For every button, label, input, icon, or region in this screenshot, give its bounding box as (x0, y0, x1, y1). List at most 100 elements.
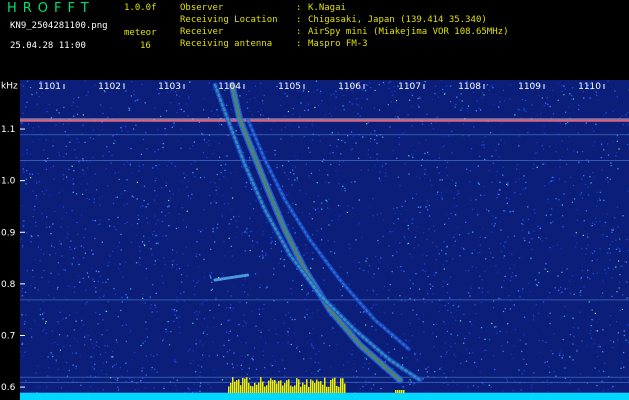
noise-speck-bright (506, 183, 508, 185)
noise-speck (276, 164, 278, 166)
noise-speck (347, 135, 349, 137)
noise-speck (71, 104, 73, 107)
noise-speck (560, 286, 562, 288)
noise-speck (242, 361, 244, 363)
noise-speck (36, 197, 38, 199)
noise-speck (120, 193, 123, 195)
noise-speck (102, 319, 104, 321)
noise-speck (605, 178, 607, 180)
noise-speck (154, 151, 156, 153)
noise-speck (426, 238, 428, 240)
noise-speck (495, 93, 497, 95)
noise-speck (617, 247, 619, 249)
noise-speck (452, 370, 454, 372)
noise-speck (203, 301, 205, 303)
noise-speck-bright (582, 234, 584, 236)
noise-speck (158, 93, 160, 95)
noise-speck (536, 114, 538, 116)
noise-speck (25, 380, 27, 382)
noise-speck (225, 378, 227, 380)
noise-speck (115, 196, 117, 199)
noise-speck (555, 375, 557, 377)
noise-speck (498, 106, 500, 108)
noise-speck (186, 186, 188, 188)
noise-speck (139, 250, 141, 252)
noise-speck (573, 150, 575, 152)
noise-speck (117, 389, 120, 391)
noise-speck (76, 138, 78, 140)
noise-speck (256, 298, 259, 300)
noise-speck (405, 219, 407, 222)
noise-speck (192, 360, 194, 362)
noise-speck (311, 372, 313, 374)
noise-speck (612, 141, 614, 143)
noise-speck (522, 224, 524, 226)
x-tick-label: 1106 (338, 82, 361, 92)
x-tick-label: 1103 (158, 82, 181, 92)
noise-speck (271, 365, 273, 367)
noise-speck (571, 201, 573, 203)
noise-speck (569, 292, 572, 295)
noise-speck (112, 202, 115, 205)
noise-speck (252, 355, 254, 358)
noise-speck (171, 260, 174, 262)
noise-speck (252, 359, 254, 361)
noise-speck (246, 107, 249, 109)
noise-speck (147, 267, 149, 269)
noise-speck (468, 232, 470, 235)
noise-speck (280, 104, 282, 106)
noise-speck (197, 229, 200, 231)
antenna-key: Receiving antenna (180, 39, 273, 49)
noise-speck (72, 378, 74, 381)
noise-speck (612, 110, 614, 112)
noise-speck (560, 248, 562, 250)
noise-speck (106, 329, 108, 332)
noise-speck (288, 312, 290, 314)
noise-speck (157, 258, 159, 261)
noise-speck (622, 222, 624, 224)
noise-speck (464, 248, 466, 251)
noise-speck (192, 172, 194, 174)
noise-speck (275, 333, 277, 335)
noise-speck (335, 90, 337, 92)
noise-speck (327, 240, 329, 242)
noise-speck (246, 373, 248, 376)
noise-speck (165, 235, 167, 237)
noise-speck (531, 384, 533, 386)
noise-speck (135, 124, 137, 126)
noise-speck (571, 275, 574, 277)
noise-speck (468, 135, 470, 137)
noise-speck (134, 100, 136, 102)
noise-speck (58, 334, 61, 336)
noise-speck (377, 267, 380, 270)
noise-speck (342, 160, 345, 163)
noise-speck (307, 292, 309, 294)
noise-speck (498, 97, 501, 99)
noise-speck (162, 340, 164, 342)
noise-speck (333, 241, 336, 243)
noise-speck (123, 204, 125, 206)
noise-speck (304, 319, 307, 321)
noise-speck (311, 123, 313, 125)
noise-speck (498, 193, 500, 196)
power-spike (266, 385, 268, 393)
noise-speck (305, 244, 307, 246)
noise-speck (74, 337, 76, 340)
noise-speck (29, 86, 32, 89)
noise-speck (380, 387, 382, 390)
noise-speck (317, 207, 319, 209)
noise-speck (617, 168, 619, 170)
noise-speck-bright (488, 384, 490, 386)
noise-speck-bright (365, 358, 368, 360)
noise-speck (56, 288, 58, 290)
noise-speck (117, 216, 119, 219)
noise-speck (145, 277, 147, 279)
noise-speck (102, 295, 105, 298)
noise-speck (22, 168, 24, 170)
noise-speck (376, 153, 378, 155)
noise-speck (352, 349, 354, 351)
noise-speck (217, 114, 219, 116)
noise-speck (75, 365, 77, 367)
noise-speck (154, 368, 156, 370)
noise-speck (519, 109, 521, 111)
